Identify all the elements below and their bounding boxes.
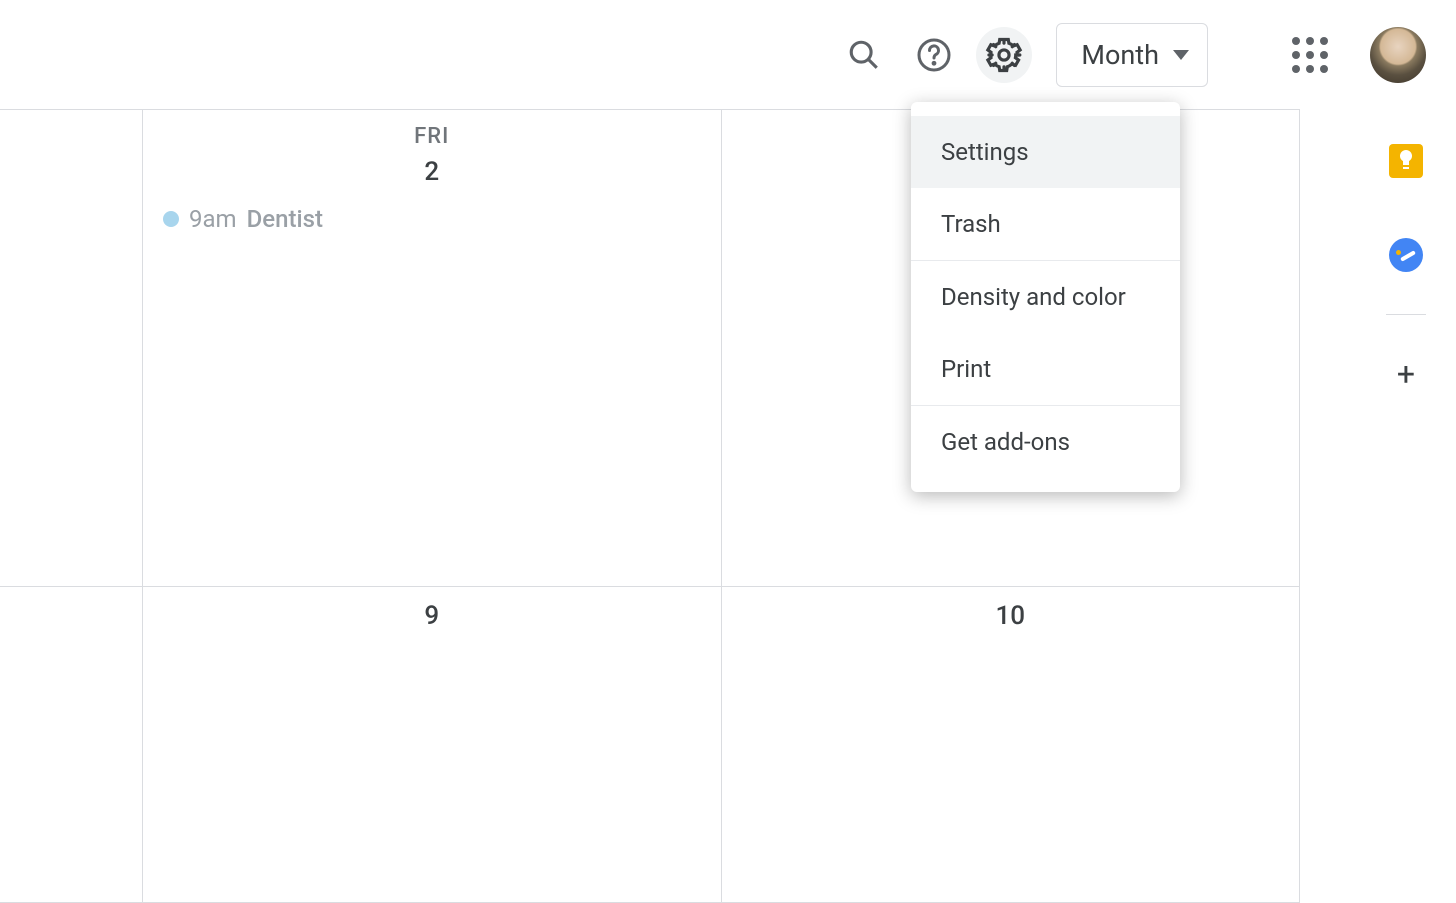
apps-icon [1292, 37, 1328, 73]
menu-item-trash[interactable]: Trash [911, 188, 1180, 260]
day-of-week-label: FRI [159, 124, 705, 149]
calendar-cell[interactable] [0, 110, 143, 587]
apps-button[interactable] [1282, 27, 1338, 83]
settings-button[interactable] [976, 27, 1032, 83]
calendar-cell[interactable]: FRI 2 9am Dentist [143, 110, 722, 587]
add-addon-button[interactable]: + [1389, 357, 1423, 391]
keep-icon[interactable] [1389, 144, 1423, 178]
settings-menu: Settings Trash Density and color Print G… [911, 102, 1180, 492]
view-selector[interactable]: Month [1056, 23, 1208, 87]
menu-item-density-color[interactable]: Density and color [911, 261, 1180, 333]
calendar-cell[interactable]: 9 [143, 587, 722, 903]
event-dot-icon [163, 211, 179, 227]
menu-item-get-addons[interactable]: Get add-ons [911, 406, 1180, 478]
search-button[interactable] [836, 27, 892, 83]
side-panel-divider [1386, 314, 1426, 315]
help-icon [916, 37, 952, 73]
gear-icon [985, 36, 1023, 74]
tasks-icon[interactable] [1389, 238, 1423, 272]
event-title: Dentist [247, 205, 323, 233]
day-number: 2 [159, 157, 705, 187]
avatar[interactable] [1370, 27, 1426, 83]
header: Month [0, 0, 1456, 109]
day-number: 10 [738, 601, 1284, 631]
menu-item-settings[interactable]: Settings [911, 116, 1180, 188]
help-button[interactable] [906, 27, 962, 83]
menu-item-print[interactable]: Print [911, 333, 1180, 405]
calendar-cell[interactable] [0, 587, 143, 903]
event-time: 9am [189, 205, 237, 233]
side-panel: + [1356, 109, 1456, 391]
calendar-cell[interactable]: 10 [722, 587, 1301, 903]
day-number: 9 [159, 601, 705, 631]
view-selector-label: Month [1081, 39, 1159, 71]
plus-icon: + [1397, 358, 1415, 390]
calendar-event[interactable]: 9am Dentist [159, 205, 705, 233]
chevron-down-icon [1173, 50, 1189, 60]
search-icon [847, 38, 881, 72]
